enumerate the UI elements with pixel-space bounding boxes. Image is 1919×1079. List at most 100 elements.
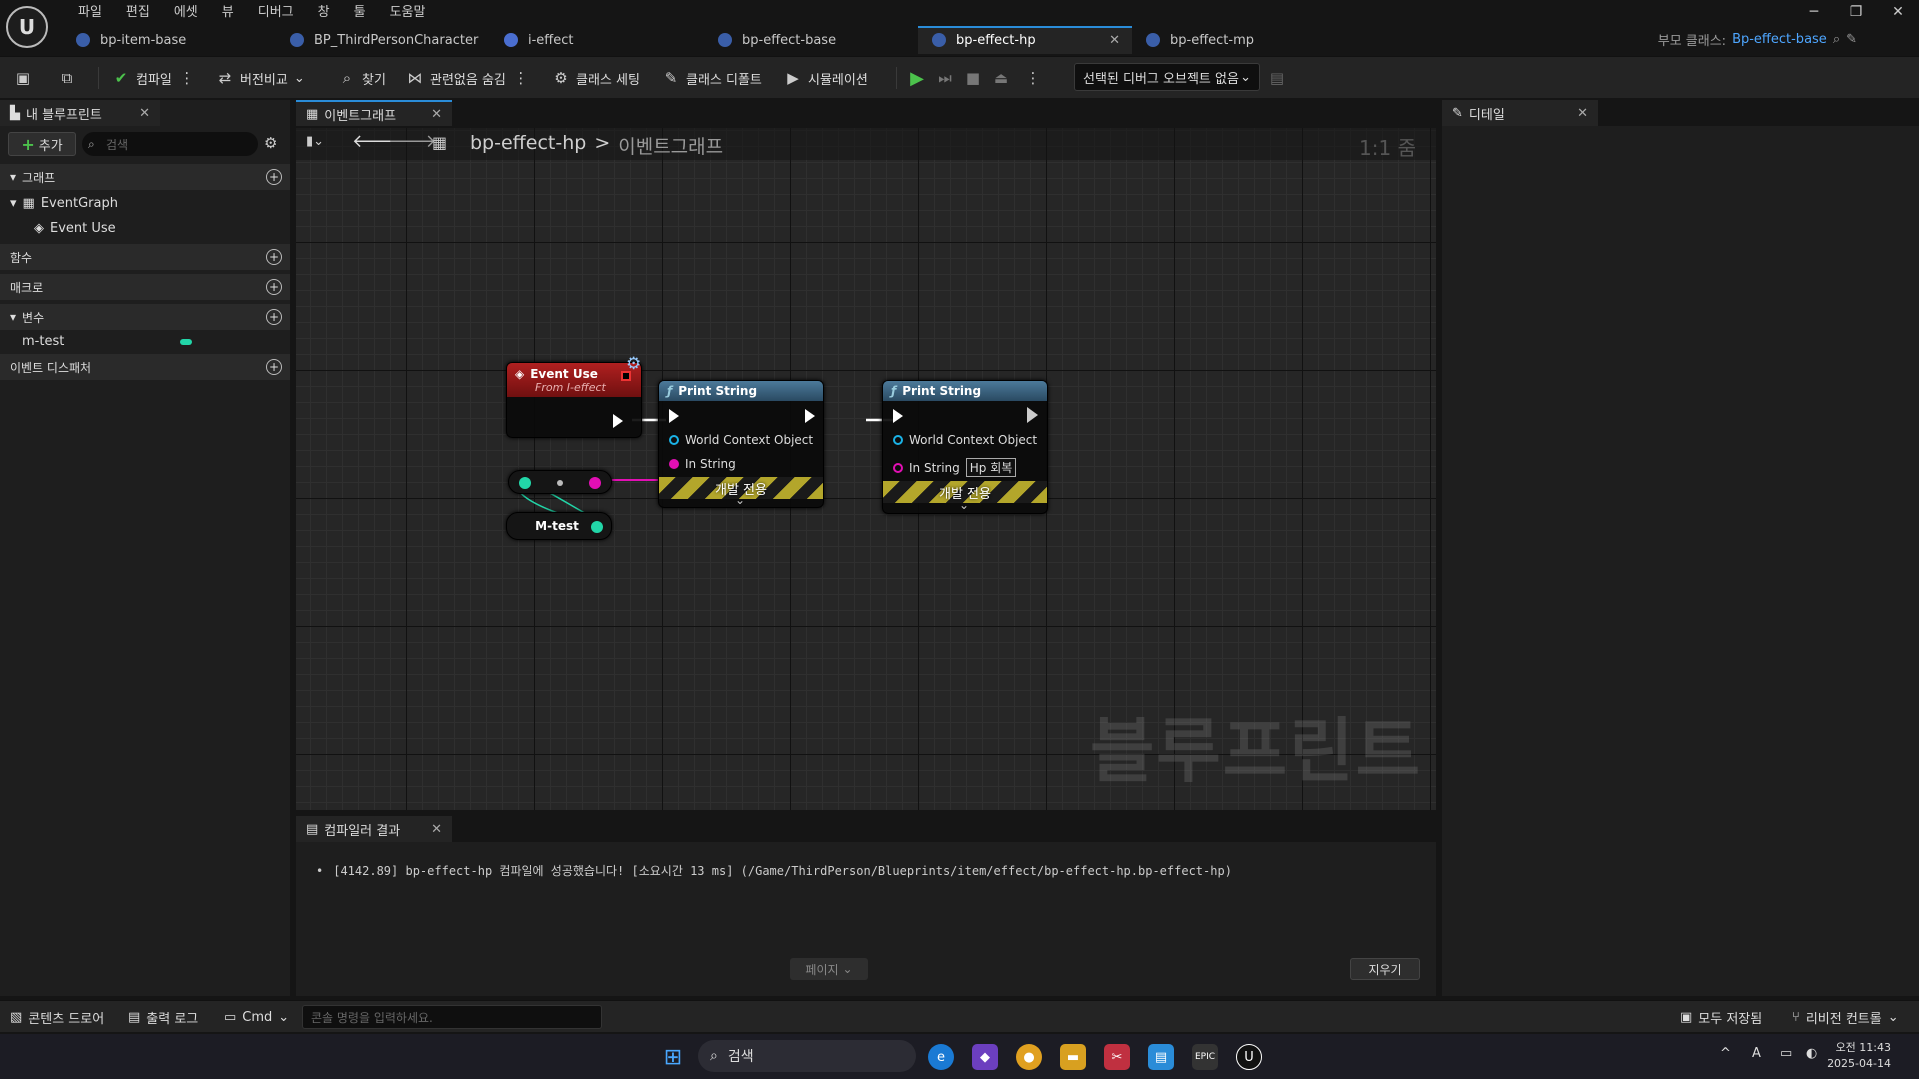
tab-i-effect[interactable]: i-effect xyxy=(490,26,704,54)
m-test-variable-node[interactable]: M-test xyxy=(506,512,612,540)
add-button[interactable]: + 추가 xyxy=(8,132,76,156)
save-button[interactable]: ▣ xyxy=(14,65,32,91)
network-icon[interactable]: ▭ xyxy=(1780,1046,1792,1061)
exec-out-pin-unconnected[interactable] xyxy=(1027,407,1038,423)
menu-file[interactable]: 파일 xyxy=(66,2,114,24)
variable-item-m-test[interactable]: m-test xyxy=(22,334,272,349)
class-settings-button[interactable]: ⚙ 클래스 세팅 xyxy=(552,65,640,91)
menu-edit[interactable]: 편집 xyxy=(114,2,162,24)
section-graphs[interactable]: ▾ 그래프 + xyxy=(0,164,290,190)
menu-asset[interactable]: 에셋 xyxy=(162,2,210,24)
add-graph-icon[interactable]: + xyxy=(266,169,282,185)
tree-item-event-use[interactable]: ◈ Event Use xyxy=(34,221,116,236)
search-icon[interactable]: ⌕ xyxy=(1833,32,1840,47)
conversion-node[interactable] xyxy=(508,470,612,494)
compiler-message[interactable]: • [4142.89] bp-effect-hp 컴파일에 성공했습니다! [소요… xyxy=(316,862,1232,879)
epic-games-icon[interactable]: EPIC xyxy=(1192,1044,1218,1070)
section-macros[interactable]: 매크로 + xyxy=(0,274,290,300)
clear-button[interactable]: 지우기 xyxy=(1350,958,1420,980)
diff-button[interactable]: ⇄ 버전비교 ⌄ xyxy=(216,65,305,91)
tab-event-graph[interactable]: ▦ 이벤트그래프 ✕ xyxy=(296,100,452,126)
exec-out-pin[interactable] xyxy=(613,414,623,428)
unreal-engine-icon[interactable]: U xyxy=(1236,1044,1262,1070)
tab-compiler-results[interactable]: ▤ 컴파일러 결과 ✕ xyxy=(296,816,452,842)
close-icon[interactable]: ✕ xyxy=(1109,33,1120,48)
add-dispatcher-icon[interactable]: + xyxy=(266,359,282,375)
tab-my-blueprint[interactable]: ▙ 내 블루프린트 ✕ xyxy=(0,100,160,126)
notepad-icon[interactable]: ▤ xyxy=(1148,1044,1174,1070)
restore-icon[interactable]: ❐ xyxy=(1835,0,1877,24)
hide-unrelated-button[interactable]: ⋈ 관련없음 숨김 ⋮ xyxy=(406,65,530,91)
parent-class-link[interactable]: Bp-effect-base xyxy=(1732,32,1827,47)
edit-icon[interactable]: ✎ xyxy=(1846,32,1857,47)
minimize-icon[interactable]: ─ xyxy=(1793,0,1835,24)
debug-object-select[interactable]: 선택된 디버그 오브젝트 없음 ⌄ xyxy=(1074,63,1260,91)
chrome-icon[interactable]: ● xyxy=(1016,1044,1042,1070)
revision-control-button[interactable]: ⑂ 리비전 컨트롤 ⌄ xyxy=(1792,1007,1899,1027)
section-event-dispatchers[interactable]: 이벤트 디스패처 + xyxy=(0,354,290,380)
more-options-icon[interactable]: ⋮ xyxy=(512,69,530,87)
snipping-tool-icon[interactable]: ✂ xyxy=(1104,1044,1130,1070)
event-graph-canvas[interactable]: ▮⌄ 🡐 🡒 ▦ bp-effect-hp > 이벤트그래프 1:1 줌 ◈ Ev… xyxy=(296,128,1436,810)
save-all-button[interactable]: ▣ 모두 저장됨 xyxy=(1680,1007,1762,1027)
tab-bp-effect-base[interactable]: bp-effect-base xyxy=(704,26,918,54)
debug-filter-button[interactable]: ▤ xyxy=(1268,65,1286,91)
more-options-icon[interactable]: ⋮ xyxy=(178,69,196,87)
close-window-icon[interactable]: ✕ xyxy=(1877,0,1919,24)
simulation-button[interactable]: ▶ 시뮬레이션 xyxy=(784,65,868,91)
edge-icon[interactable]: e xyxy=(928,1044,954,1070)
eject-button[interactable]: ⏏ xyxy=(992,65,1010,91)
close-icon[interactable]: ✕ xyxy=(431,107,442,122)
close-icon[interactable]: ✕ xyxy=(139,106,150,121)
file-explorer-icon[interactable]: ▬ xyxy=(1060,1044,1086,1070)
float-in-pin[interactable] xyxy=(519,477,531,489)
add-variable-icon[interactable]: + xyxy=(266,309,282,325)
menu-view[interactable]: 뷰 xyxy=(210,2,246,24)
menu-window[interactable]: 창 xyxy=(306,2,342,24)
chevron-up-icon[interactable]: ^ xyxy=(1720,1046,1731,1061)
event-use-node[interactable]: ◈ Event Use From I-effect xyxy=(506,362,642,438)
search-input[interactable]: ⌕ 검색 xyxy=(82,132,258,156)
play-options-button[interactable]: ⋮ xyxy=(1024,65,1042,91)
in-string-pin[interactable]: In String xyxy=(669,457,736,471)
class-defaults-button[interactable]: ✎ 클래스 디폴트 xyxy=(662,65,762,91)
menu-tools[interactable]: 툴 xyxy=(342,2,378,24)
tab-details[interactable]: ✎ 디테일 ✕ xyxy=(1442,100,1598,126)
stop-button[interactable]: ■ xyxy=(964,65,982,91)
in-string-pin[interactable]: In String Hp 회복 xyxy=(893,458,1017,477)
compile-button[interactable]: ✔ 컴파일 ⋮ xyxy=(112,65,196,91)
cmd-dropdown[interactable]: ▭ Cmd ⌄ xyxy=(224,1007,289,1027)
taskbar-search[interactable]: ⌕ 검색 xyxy=(698,1040,916,1072)
find-button[interactable]: ⌕ 찾기 xyxy=(338,65,386,91)
tab-bp-effect-hp[interactable]: bp-effect-hp ✕ xyxy=(918,26,1132,54)
tab-bp-thirdpersoncharacter[interactable]: BP_ThirdPersonCharacter xyxy=(276,26,490,54)
chevron-down-icon[interactable]: ⌄ xyxy=(735,493,745,507)
section-variables[interactable]: ▾ 변수 + xyxy=(0,304,290,330)
step-button[interactable]: ⏭ xyxy=(936,65,954,91)
chevron-down-icon[interactable]: ⌄ xyxy=(959,498,969,512)
exec-in-pin[interactable] xyxy=(893,409,903,423)
print-string-node-2[interactable]: ƒ Print String World Context Object In St… xyxy=(882,380,1048,514)
menu-help[interactable]: 도움말 xyxy=(378,2,438,24)
console-input[interactable]: 콘솔 명령을 입력하세요. xyxy=(302,1005,602,1029)
world-context-pin[interactable]: World Context Object xyxy=(893,433,1037,447)
windows-start-icon[interactable]: ⊞ xyxy=(660,1044,686,1070)
world-context-pin[interactable]: World Context Object xyxy=(669,433,813,447)
visual-studio-icon[interactable]: ◆ xyxy=(972,1044,998,1070)
output-log-button[interactable]: ▤ 출력 로그 xyxy=(128,1007,198,1027)
tree-item-eventgraph[interactable]: ▾ ▦ EventGraph xyxy=(10,196,118,211)
menu-debug[interactable]: 디버그 xyxy=(246,2,306,24)
section-functions[interactable]: 함수 + xyxy=(0,244,290,270)
string-out-pin[interactable] xyxy=(589,477,601,489)
gear-icon[interactable]: ⚙ xyxy=(264,134,277,152)
exec-in-pin[interactable] xyxy=(669,409,679,423)
float-out-pin[interactable] xyxy=(591,521,603,533)
tab-bp-effect-mp[interactable]: bp-effect-mp xyxy=(1132,26,1346,54)
in-string-value-input[interactable]: Hp 회복 xyxy=(965,458,1017,477)
content-drawer-button[interactable]: ▧ 콘텐츠 드로어 xyxy=(10,1007,104,1027)
close-icon[interactable]: ✕ xyxy=(1577,106,1588,121)
exec-out-pin[interactable] xyxy=(805,409,815,423)
add-function-icon[interactable]: + xyxy=(266,249,282,265)
add-macro-icon[interactable]: + xyxy=(266,279,282,295)
ime-icon[interactable]: A xyxy=(1752,1046,1761,1061)
